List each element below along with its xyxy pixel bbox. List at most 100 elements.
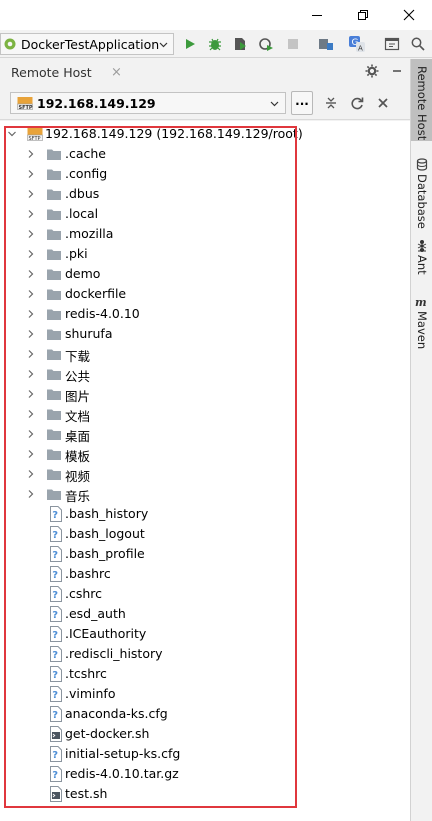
tree-folder-row[interactable]: 公共: [0, 364, 410, 384]
tree-file-row[interactable]: test.sh: [0, 784, 410, 804]
close-icon[interactable]: ×: [111, 65, 122, 80]
host-selector-row: SFTP 192.168.149.129 ...: [0, 86, 410, 120]
tree-folder-row[interactable]: .pki: [0, 244, 410, 264]
browse-hosts-button[interactable]: ...: [291, 91, 313, 115]
tree-folder-row[interactable]: .local: [0, 204, 410, 224]
tab-label: Remote Host: [11, 64, 92, 80]
tree-file-label: anaconda-ks.cfg: [65, 706, 168, 721]
tree-file-row[interactable]: ? .ICEauthority: [0, 624, 410, 644]
chevron-right-icon[interactable]: [26, 469, 36, 479]
stripe-tab-ant[interactable]: Ant: [411, 239, 432, 275]
chevron-right-icon[interactable]: [26, 409, 36, 419]
svg-text:?: ?: [52, 510, 58, 521]
stripe-tab-database[interactable]: Database: [411, 156, 432, 229]
chevron-right-icon[interactable]: [26, 449, 36, 459]
coverage-icon: [235, 38, 246, 50]
restore-button[interactable]: [340, 0, 386, 30]
tree-file-row[interactable]: ? .rediscli_history: [0, 644, 410, 664]
tree-file-row[interactable]: ? .viminfo: [0, 684, 410, 704]
debug-button[interactable]: [205, 34, 225, 54]
tree-file-row[interactable]: ? .tcshrc: [0, 664, 410, 684]
tree-file-row[interactable]: ? .cshrc: [0, 584, 410, 604]
minimize-button[interactable]: [294, 0, 340, 30]
stripe-tab-label: Ant: [415, 255, 429, 275]
tab-remote-host[interactable]: Remote Host ×: [0, 59, 130, 85]
chevron-right-icon[interactable]: [26, 489, 36, 499]
tree-folder-row[interactable]: 视频: [0, 464, 410, 484]
tree-file-row[interactable]: ? initial-setup-ks.cfg: [0, 744, 410, 764]
database-icon: [416, 158, 428, 171]
tree-folder-row[interactable]: redis-4.0.10: [0, 304, 410, 324]
hide-panel-button[interactable]: [388, 62, 406, 80]
tree-folder-label: 下载: [65, 349, 91, 364]
chevron-right-icon[interactable]: [26, 389, 36, 399]
chevron-right-icon[interactable]: [26, 289, 36, 299]
chevron-right-icon[interactable]: [26, 149, 36, 159]
tree-folder-label: shurufa: [65, 326, 113, 341]
tree-folder-row[interactable]: 下载: [0, 344, 410, 364]
tree-file-row[interactable]: ? .bash_history: [0, 504, 410, 524]
settings-button[interactable]: [363, 62, 381, 80]
chevron-right-icon[interactable]: [26, 329, 36, 339]
refresh-button[interactable]: [348, 94, 366, 112]
profile-button[interactable]: [256, 34, 276, 54]
chevron-right-icon[interactable]: [26, 249, 36, 259]
tree-file-row[interactable]: ? anaconda-ks.cfg: [0, 704, 410, 724]
tree-folder-label: 桌面: [65, 429, 91, 444]
stop-button[interactable]: [283, 34, 303, 54]
coverage-button[interactable]: [230, 34, 250, 54]
close-window-button[interactable]: [386, 0, 432, 30]
run-configuration-select[interactable]: DockerTestApplication: [0, 33, 174, 55]
tree-file-row[interactable]: get-docker.sh: [0, 724, 410, 744]
tree-file-label: redis-4.0.10.tar.gz: [65, 766, 179, 781]
tree-file-row[interactable]: ? .esd_auth: [0, 604, 410, 624]
chevron-right-icon[interactable]: [26, 349, 36, 359]
tree-file-row[interactable]: ? .bashrc: [0, 564, 410, 584]
tree-file-label: .bash_logout: [65, 526, 145, 541]
tree-folder-row[interactable]: 桌面: [0, 424, 410, 444]
stripe-tab-remote-host[interactable]: Remote Host: [411, 59, 432, 141]
tool-window-header: Remote Host ×: [0, 59, 410, 85]
tree-folder-label: .dbus: [65, 186, 100, 201]
tree-root-row[interactable]: SFTP 192.168.149.129 (192.168.149.129/ro…: [0, 124, 410, 144]
chevron-right-icon[interactable]: [26, 369, 36, 379]
tree-folder-row[interactable]: 图片: [0, 384, 410, 404]
folder-icon: [46, 246, 62, 262]
tree-folder-row[interactable]: .dbus: [0, 184, 410, 204]
tree-folder-row[interactable]: 模板: [0, 444, 410, 464]
tree-file-label: get-docker.sh: [65, 726, 150, 741]
search-everywhere-button[interactable]: [408, 34, 428, 54]
stripe-tab-label: Maven: [415, 311, 429, 350]
stripe-tab-maven[interactable]: m Maven: [411, 296, 432, 349]
tree-folder-row[interactable]: .config: [0, 164, 410, 184]
disconnect-button[interactable]: [374, 94, 392, 112]
run-button[interactable]: [180, 34, 200, 54]
tree-file-row[interactable]: ? redis-4.0.10.tar.gz: [0, 764, 410, 784]
translate-button[interactable]: GA: [347, 34, 367, 54]
tree-folder-row[interactable]: shurufa: [0, 324, 410, 344]
chevron-right-icon[interactable]: [26, 209, 36, 219]
tree-folder-row[interactable]: 音乐: [0, 484, 410, 504]
search-icon: [411, 37, 425, 51]
tree-folder-label: 文档: [65, 409, 91, 424]
tree-folder-row[interactable]: dockerfile: [0, 284, 410, 304]
tree-folder-row[interactable]: 文档: [0, 404, 410, 424]
tree-file-row[interactable]: ? .bash_profile: [0, 544, 410, 564]
project-structure-icon: [319, 39, 333, 50]
collapse-all-button[interactable]: [322, 94, 340, 112]
tree-file-row[interactable]: ? .bash_logout: [0, 524, 410, 544]
chevron-right-icon[interactable]: [26, 189, 36, 199]
chevron-right-icon[interactable]: [26, 429, 36, 439]
tree-folder-row[interactable]: .mozilla: [0, 224, 410, 244]
tree-folder-row[interactable]: demo: [0, 264, 410, 284]
tree-folder-row[interactable]: .cache: [0, 144, 410, 164]
chevron-right-icon[interactable]: [26, 309, 36, 319]
chevron-down-icon[interactable]: [7, 129, 17, 139]
chevron-right-icon[interactable]: [26, 229, 36, 239]
project-structure-button[interactable]: [316, 34, 336, 54]
host-select[interactable]: SFTP 192.168.149.129: [10, 92, 286, 114]
chevron-down-icon: [270, 101, 279, 107]
chevron-right-icon[interactable]: [26, 269, 36, 279]
chevron-right-icon[interactable]: [26, 169, 36, 179]
toggle-view-button[interactable]: [382, 34, 402, 54]
